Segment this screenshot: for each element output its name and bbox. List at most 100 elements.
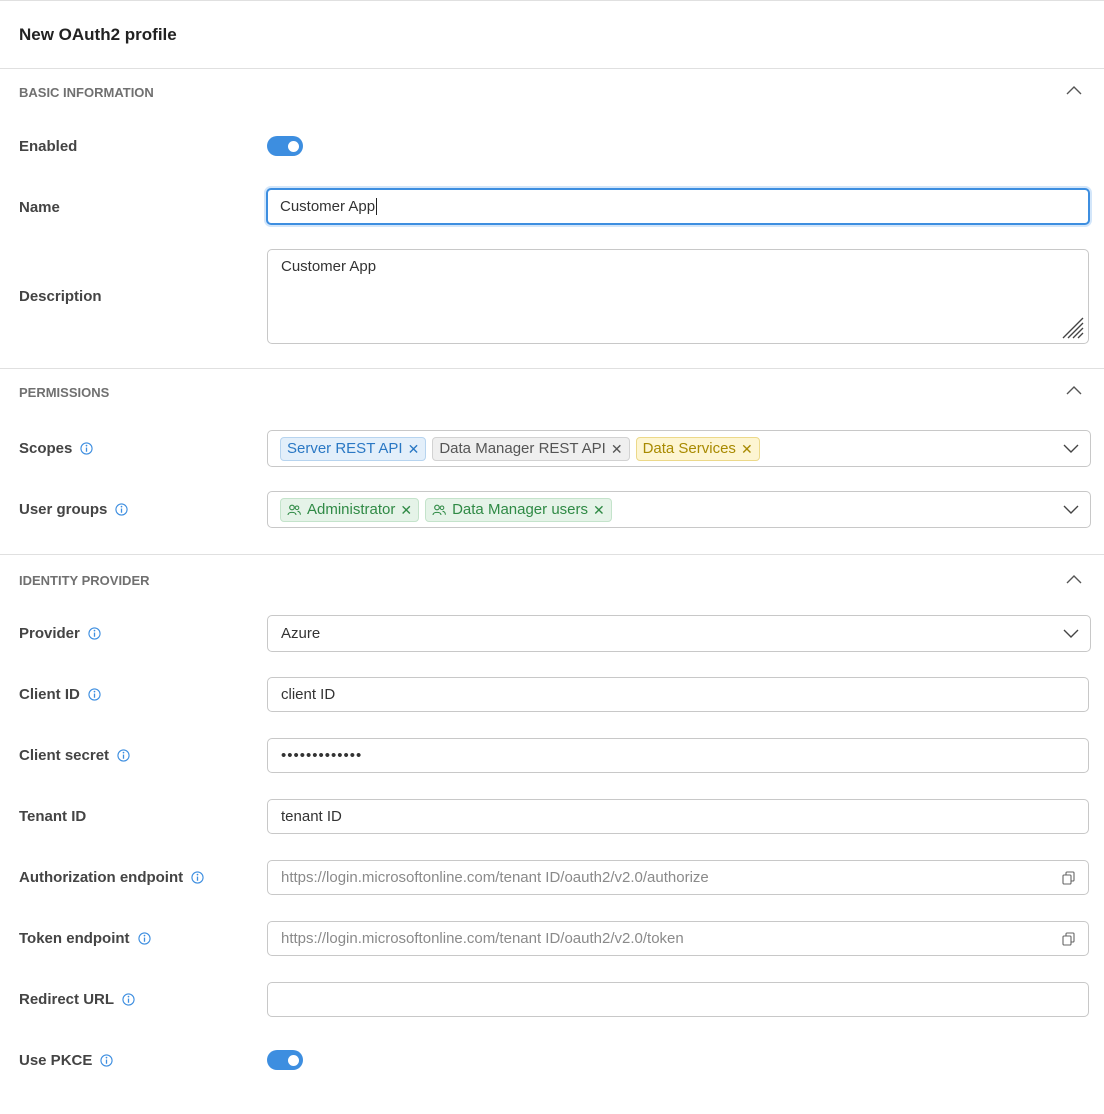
close-icon[interactable]: ✕ — [593, 503, 605, 517]
info-icon[interactable] — [88, 627, 101, 640]
scopes-label: Scopes — [19, 440, 73, 457]
provider-row: Provider Azure — [0, 615, 1104, 652]
page-title: New OAuth2 profile — [19, 24, 177, 44]
identity-provider-section: IDENTITY PROVIDER Provider Azure Client … — [0, 555, 1104, 1078]
client-secret-label-wrap: Client secret — [0, 747, 267, 764]
token-endpoint-label: Token endpoint — [19, 930, 130, 947]
copy-icon[interactable] — [1062, 870, 1075, 885]
tag-label: Administrator — [307, 501, 396, 518]
close-icon[interactable]: ✕ — [741, 442, 753, 456]
chevron-up-icon[interactable] — [1064, 383, 1084, 399]
scope-tags: Server REST API ✕ Data Manager REST API ✕ … — [280, 436, 760, 461]
info-icon[interactable] — [88, 688, 101, 701]
chevron-down-icon[interactable] — [1063, 505, 1079, 515]
client-id-row: Client ID client ID — [0, 677, 1104, 712]
use-pkce-label-wrap: Use PKCE — [0, 1052, 267, 1069]
section-header: BASIC INFORMATION — [0, 69, 1104, 115]
name-value: Customer App — [280, 198, 376, 215]
authorization-endpoint-field[interactable]: https://login.microsoftonline.com/tenant… — [267, 860, 1089, 895]
client-secret-label: Client secret — [19, 747, 110, 764]
section-title: IDENTITY PROVIDER — [19, 572, 150, 588]
info-icon[interactable] — [191, 871, 204, 884]
user-group-tag: Data Manager users ✕ — [425, 497, 612, 522]
authorization-endpoint-label: Authorization endpoint — [19, 869, 184, 886]
token-endpoint-value: https://login.microsoftonline.com/tenant… — [281, 930, 684, 947]
scopes-multiselect[interactable]: Server REST API ✕ Data Manager REST API ✕ … — [267, 430, 1091, 467]
text-caret — [376, 198, 378, 215]
close-icon[interactable]: ✕ — [611, 442, 623, 456]
close-icon[interactable]: ✕ — [408, 442, 420, 456]
close-icon[interactable]: ✕ — [400, 503, 412, 517]
toggle-knob — [288, 141, 299, 152]
use-pkce-row: Use PKCE — [0, 1043, 1104, 1078]
authorization-endpoint-label-wrap: Authorization endpoint — [0, 869, 267, 886]
client-secret-input[interactable]: ••••••••••••• — [267, 738, 1089, 773]
description-value: Customer App — [281, 258, 377, 275]
enabled-label: Enabled — [19, 137, 78, 155]
users-icon — [287, 504, 301, 515]
chevron-down-icon[interactable] — [1063, 629, 1079, 639]
info-icon[interactable] — [117, 749, 130, 762]
info-icon[interactable] — [137, 932, 151, 945]
client-secret-row: Client secret ••••••••••••• — [0, 738, 1104, 773]
chevron-up-icon[interactable] — [1064, 83, 1084, 99]
user-group-tags: Administrator ✕ Data Manager users ✕ — [280, 497, 612, 522]
provider-select[interactable]: Azure — [267, 615, 1091, 652]
scopes-label-wrap: Scopes — [0, 440, 267, 457]
enabled-toggle[interactable] — [267, 136, 303, 156]
authorization-endpoint-row: Authorization endpoint https://login.mic… — [0, 860, 1104, 895]
redirect-url-label: Redirect URL — [19, 991, 115, 1008]
client-secret-value: ••••••••••••• — [281, 747, 363, 764]
copy-icon[interactable] — [1062, 931, 1075, 946]
tenant-id-value: tenant ID — [281, 808, 342, 825]
use-pkce-label: Use PKCE — [19, 1052, 93, 1069]
scopes-row: Scopes Server REST API ✕ Data Manager RES… — [0, 430, 1104, 467]
info-icon[interactable] — [100, 1054, 113, 1067]
description-row: Description Customer App — [0, 249, 1104, 344]
use-pkce-toggle[interactable] — [267, 1050, 303, 1070]
client-id-input[interactable]: client ID — [267, 677, 1089, 712]
redirect-url-row: Redirect URL — [0, 982, 1104, 1017]
tenant-id-input[interactable]: tenant ID — [267, 799, 1089, 834]
tag-label: Data Services — [642, 440, 736, 457]
token-endpoint-label-wrap: Token endpoint — [0, 930, 267, 947]
tag-label: Data Manager users — [452, 501, 588, 518]
redirect-url-input[interactable] — [267, 982, 1089, 1017]
resize-handle-icon[interactable] — [1059, 314, 1085, 340]
description-label: Description — [19, 288, 102, 305]
name-input[interactable]: Customer App — [266, 188, 1090, 225]
info-icon[interactable] — [80, 442, 93, 455]
user-groups-multiselect[interactable]: Administrator ✕ Data Manager users ✕ — [267, 491, 1091, 528]
user-group-tag: Administrator ✕ — [280, 497, 420, 522]
scope-tag: Data Manager REST API ✕ — [432, 436, 630, 461]
scope-tag: Server REST API ✕ — [280, 436, 427, 461]
permissions-section: PERMISSIONS Scopes Server REST API ✕ Data… — [0, 369, 1104, 555]
redirect-url-label-wrap: Redirect URL — [0, 991, 267, 1008]
basic-information-section: BASIC INFORMATION Enabled Name Customer … — [0, 69, 1104, 369]
user-groups-label-wrap: User groups — [0, 501, 267, 518]
scope-tag: Data Services ✕ — [635, 436, 760, 461]
name-label: Name — [19, 199, 60, 216]
enabled-row: Enabled — [0, 128, 1104, 164]
info-icon[interactable] — [122, 993, 135, 1006]
token-endpoint-row: Token endpoint https://login.microsofton… — [0, 921, 1104, 956]
title-bar: New OAuth2 profile — [0, 1, 1104, 69]
toggle-knob — [288, 1055, 299, 1066]
description-textarea[interactable]: Customer App — [267, 249, 1089, 344]
client-id-label: Client ID — [19, 686, 80, 703]
client-id-value: client ID — [281, 686, 336, 703]
section-header: PERMISSIONS — [0, 369, 1104, 415]
tenant-id-label: Tenant ID — [19, 808, 87, 825]
chevron-down-icon[interactable] — [1063, 444, 1079, 454]
token-endpoint-field[interactable]: https://login.microsoftonline.com/tenant… — [267, 921, 1089, 956]
provider-label-wrap: Provider — [0, 625, 267, 642]
oauth2-profile-form: New OAuth2 profile BASIC INFORMATION Ena… — [0, 0, 1104, 1114]
tenant-id-row: Tenant ID tenant ID — [0, 799, 1104, 834]
section-header: IDENTITY PROVIDER — [0, 555, 1104, 605]
info-icon[interactable] — [115, 503, 128, 516]
tag-label: Server REST API — [287, 440, 403, 457]
authorization-endpoint-value: https://login.microsoftonline.com/tenant… — [281, 869, 709, 886]
chevron-up-icon[interactable] — [1064, 572, 1084, 588]
user-groups-label: User groups — [19, 501, 108, 518]
users-icon — [432, 504, 446, 515]
